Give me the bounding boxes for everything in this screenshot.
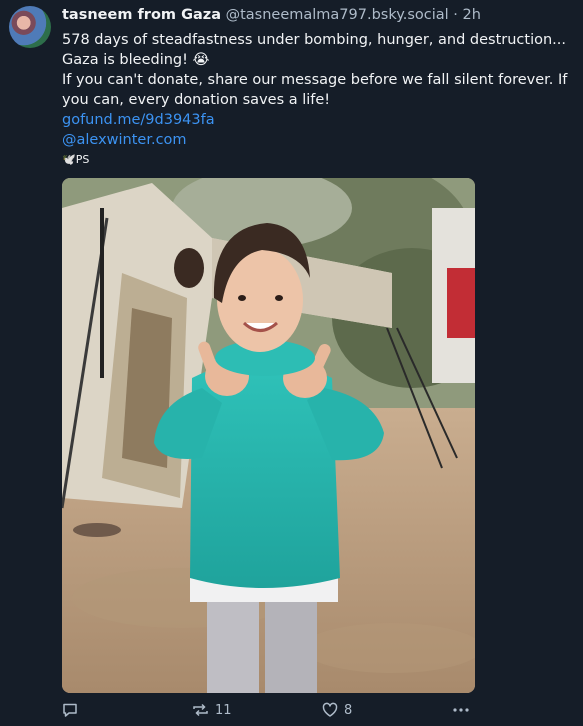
separator-dot: ·	[453, 7, 458, 23]
post-image[interactable]	[62, 178, 475, 693]
author-avatar[interactable]	[9, 6, 51, 48]
more-button[interactable]	[452, 702, 470, 718]
mention-link[interactable]: @alexwinter.com	[62, 132, 187, 148]
photo-illustration	[62, 178, 475, 693]
post-line-1: 578 days of steadfastness under bombing,…	[62, 32, 566, 68]
post-header: tasneem from Gaza @tasneemalma797.bsky.s…	[62, 7, 481, 23]
reply-icon	[63, 703, 77, 717]
like-count: 8	[344, 702, 353, 718]
post-text: 578 days of steadfastness under bombing,…	[62, 30, 570, 170]
repost-icon	[193, 703, 208, 717]
repost-button[interactable]: 11	[192, 702, 232, 718]
post-line-2: If you can't donate, share our message b…	[62, 72, 568, 108]
reply-button[interactable]	[62, 702, 78, 718]
post-time[interactable]: 2h	[463, 7, 481, 23]
like-button[interactable]: 8	[322, 702, 352, 718]
author-name[interactable]: tasneem from Gaza	[62, 7, 221, 23]
post-actions: 11 8	[0, 702, 583, 722]
author-handle[interactable]: @tasneemalma797.bsky.social	[226, 7, 449, 23]
repost-count: 11	[215, 702, 232, 718]
heart-icon	[322, 702, 338, 717]
more-icon	[453, 708, 469, 712]
gofundme-link[interactable]: gofund.me/9d3943fa	[62, 112, 215, 128]
signature: 🕊️PS	[62, 153, 90, 166]
